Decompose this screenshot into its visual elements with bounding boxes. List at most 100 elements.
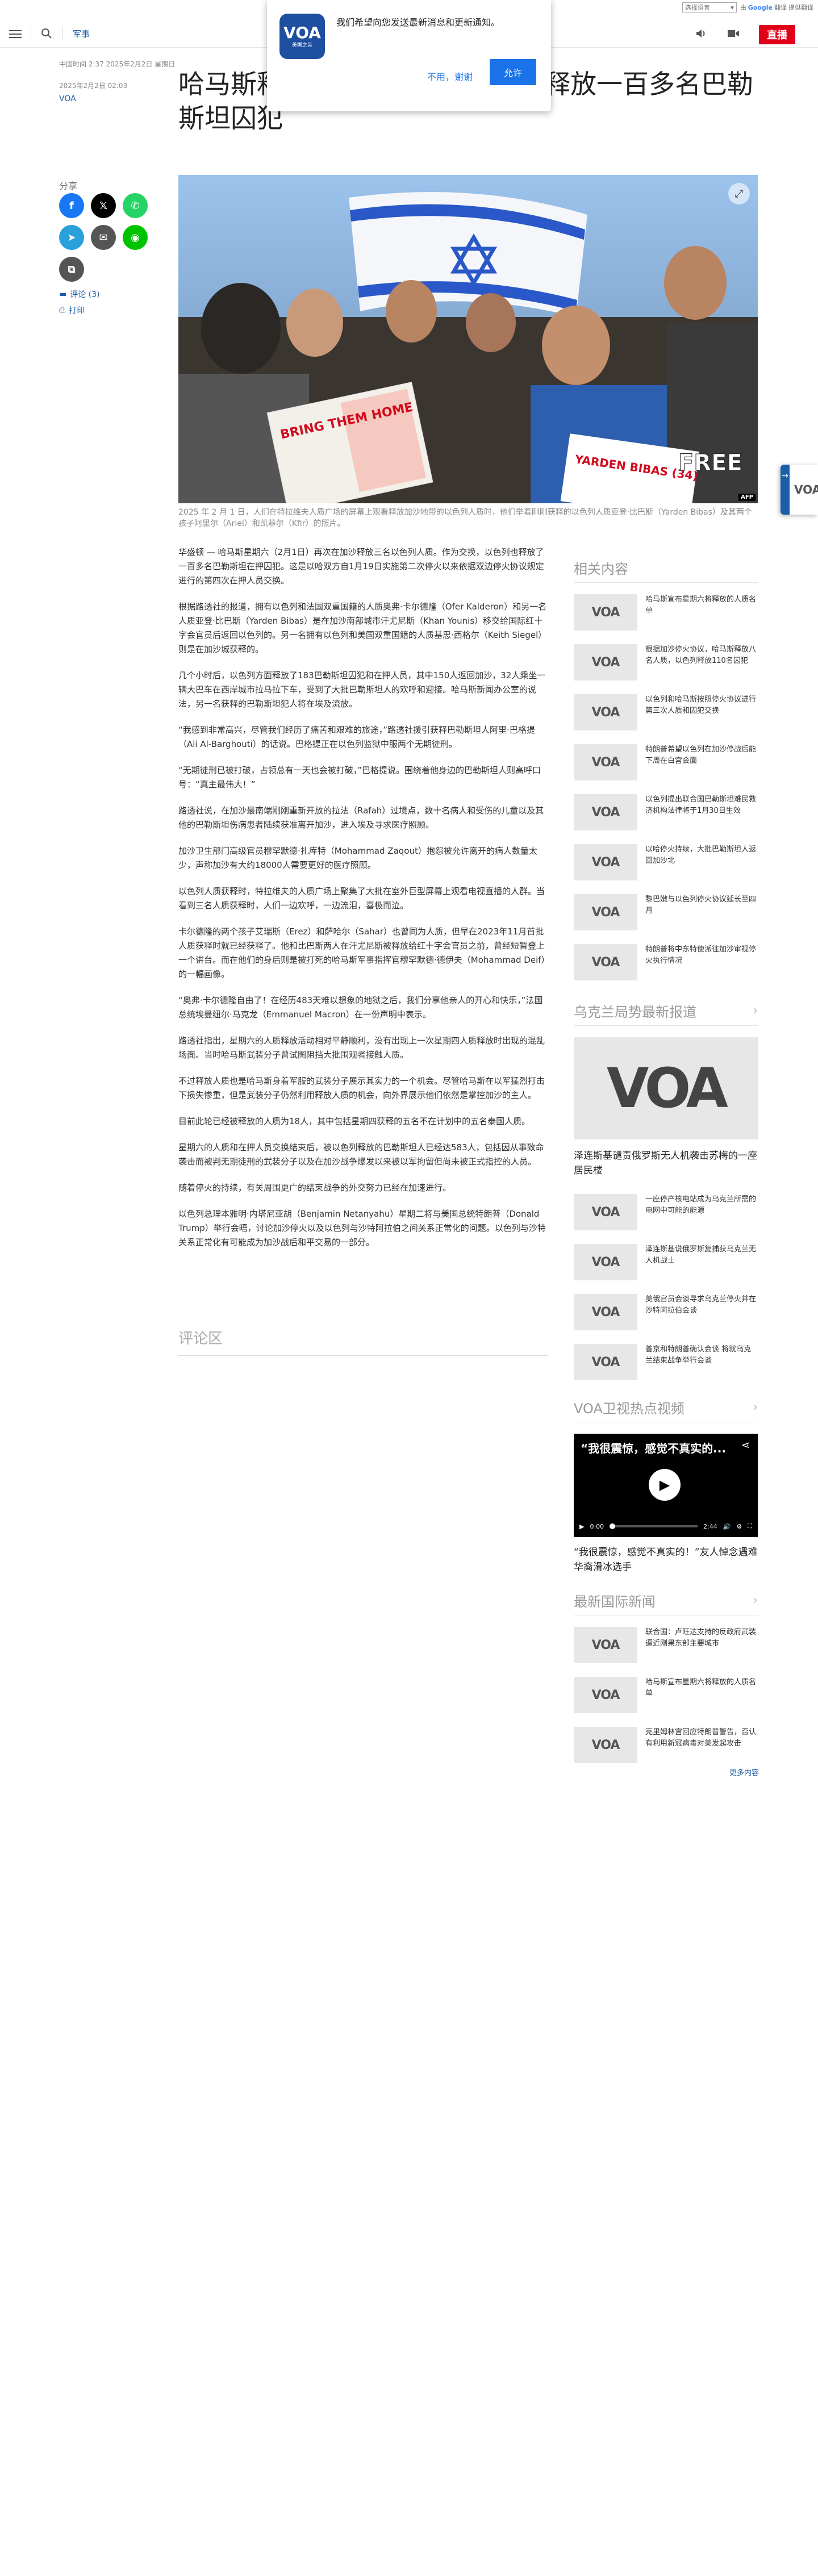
share-icon[interactable]: ⋖	[741, 1439, 750, 1451]
voa-thumbnail[interactable]: VOA	[574, 1627, 637, 1663]
list-item[interactable]: VOA 哈马斯宣布星期六将释放的人质名单	[574, 594, 758, 631]
email-share-icon[interactable]: ✉	[91, 225, 116, 250]
voa-thumbnail[interactable]: VOA	[574, 794, 637, 830]
more-content-link[interactable]: 更多内容	[729, 1767, 759, 1777]
settings-icon[interactable]: ⚙	[736, 1523, 742, 1530]
voa-thumbnail[interactable]: VOA	[574, 594, 637, 631]
list-item-title[interactable]: 克里姆林宫回应特朗普警告，否认有利用新冠病毒对美发起攻击	[645, 1727, 758, 1763]
video-heading[interactable]: VOA卫视热点视频 ›	[574, 1397, 758, 1422]
list-item-title[interactable]: 美俄官员会谈寻求乌克兰停火并在沙特阿拉伯会谈	[645, 1294, 758, 1330]
voa-logo-text: VOA	[283, 23, 321, 42]
print-link[interactable]: ⎙ 打印	[59, 304, 85, 316]
list-item-title[interactable]: 黎巴嫩与以色列停火协议延长至四月	[645, 894, 758, 930]
hamburger-menu-icon[interactable]	[9, 28, 22, 39]
voa-thumbnail[interactable]: VOA	[574, 1294, 637, 1330]
floating-voa-tab[interactable]: → VOA	[781, 465, 818, 515]
list-item[interactable]: VOA 联合国：卢旺达支持的反政府武装逼近刚果东部主要城市	[574, 1627, 758, 1663]
list-item-title[interactable]: 哈马斯宣布星期六将释放的人质名单	[645, 594, 758, 631]
facebook-share-icon[interactable]: f	[59, 193, 84, 218]
list-item[interactable]: VOA 美俄官员会谈寻求乌克兰停火并在沙特阿拉伯会谈	[574, 1294, 758, 1330]
print-icon: ⎙	[59, 306, 66, 315]
comment-icon: ▬	[59, 290, 67, 299]
international-heading[interactable]: 最新国际新闻 ›	[574, 1590, 758, 1615]
list-item[interactable]: VOA 一座停产核电站成为乌克兰所需的电网中可能的能源	[574, 1194, 758, 1230]
voa-thumbnail[interactable]: VOA	[574, 1244, 637, 1280]
expand-icon[interactable]: ⤢	[728, 183, 750, 204]
header-actions: 直播	[695, 25, 795, 44]
video-icon[interactable]	[727, 28, 740, 41]
video-player[interactable]: “我很震惊，感觉不真实的... ⋖ ▶ ▶ 0:00 2:44 🔊 ⚙ ⛶	[574, 1434, 758, 1537]
translate-word: 翻译	[774, 4, 787, 11]
progress-handle[interactable]	[610, 1523, 616, 1529]
voa-thumbnail[interactable]: VOA	[574, 1194, 637, 1230]
fullscreen-icon[interactable]: ⛶	[748, 1522, 752, 1530]
video-controls: ▶ 0:00 2:44 🔊 ⚙ ⛶	[574, 1515, 758, 1537]
video-caption[interactable]: “我很震惊，感觉不真实的！”友人悼念遇难华裔滑冰选手	[574, 1545, 758, 1575]
list-item-title[interactable]: 特朗普将中东特使派往加沙审视停火执行情况	[645, 944, 758, 980]
list-item-title[interactable]: 泽连斯基说俄罗斯复捕获乌克兰无人机战士	[645, 1244, 758, 1280]
ukraine-heading[interactable]: 乌克兰局势最新报道 ›	[574, 1001, 758, 1026]
article-body: 华盛顿 — 哈马斯星期六（2月1日）再次在加沙释放三名以色列人质。作为交换，以色…	[178, 545, 548, 1262]
allow-button[interactable]: 允许	[490, 59, 536, 85]
voa-thumbnail[interactable]: VOA	[574, 1677, 637, 1713]
x-share-icon[interactable]: 𝕏	[91, 193, 116, 218]
copy-link-icon[interactable]: ⧉	[59, 257, 84, 282]
play-small-icon[interactable]: ▶	[579, 1523, 584, 1530]
voa-thumbnail[interactable]: VOA	[574, 694, 637, 730]
video-progress-bar[interactable]	[610, 1523, 698, 1529]
print-label: 打印	[69, 306, 85, 315]
volume-icon[interactable]: 🔊	[723, 1523, 731, 1530]
voa-thumbnail[interactable]: VOA	[574, 944, 637, 980]
list-item[interactable]: VOA 黎巴嫩与以色列停火协议延长至四月	[574, 894, 758, 930]
google-translate-credit[interactable]: 由 Google 翻译 提供翻译	[740, 3, 813, 12]
share-row: ➤ ✉ ◉	[59, 225, 148, 250]
article-paragraph: 路透社说，在加沙最南端刚刚重新开放的拉法（Rafah）过境点，数十名病人和受伤的…	[178, 805, 544, 830]
arrow-right-icon[interactable]: →	[781, 465, 790, 515]
list-item-title[interactable]: 根据加沙停火协议，哈马斯释放八名人质，以色列释放110名囚犯	[645, 644, 758, 680]
voa-thumbnail[interactable]: VOA	[574, 744, 637, 780]
article-paragraph: 星期六的人质和在押人员交换结束后，被以色列释放的巴勒斯坦人已经达583人，包括因…	[178, 1142, 544, 1167]
list-item[interactable]: VOA 以哈停火持续，大批巴勒斯坦人返回加沙北	[574, 844, 758, 880]
live-button[interactable]: 直播	[759, 25, 795, 44]
voa-thumbnail[interactable]: VOA	[574, 844, 637, 880]
play-icon[interactable]: ▶	[649, 1469, 681, 1501]
search-icon[interactable]	[41, 28, 52, 39]
list-item[interactable]: VOA 特朗普将中东特使派往加沙审视停火执行情况	[574, 944, 758, 980]
list-item[interactable]: VOA 哈马斯宣布星期六将释放的人质名单	[574, 1677, 758, 1713]
audio-icon[interactable]	[695, 28, 708, 41]
list-item-title[interactable]: 一座停产核电站成为乌克兰所需的电网中可能的能源	[645, 1194, 758, 1230]
list-item[interactable]: VOA 特朗普希望以色列在加沙停战后能下周在白宫会面	[574, 744, 758, 780]
list-item[interactable]: VOA 根据加沙停火协议，哈马斯释放八名人质，以色列释放110名囚犯	[574, 644, 758, 680]
telegram-share-icon[interactable]: ➤	[59, 225, 84, 250]
list-item[interactable]: VOA 克里姆林宫回应特朗普警告，否认有利用新冠病毒对美发起攻击	[574, 1727, 758, 1763]
voa-thumbnail[interactable]: VOA	[574, 1344, 637, 1380]
video-title: “我很震惊，感觉不真实的...	[581, 1442, 726, 1455]
list-item-title[interactable]: 特朗普希望以色列在加沙停战后能下周在白宫会面	[645, 744, 758, 780]
article-paragraph: 随着停火的持续，有关周围更广的结束战争的外交努力已经在加速进行。	[178, 1183, 452, 1193]
whatsapp-share-icon[interactable]: ✆	[123, 193, 148, 218]
author-link[interactable]: VOA	[59, 94, 76, 103]
list-item-title[interactable]: 联合国：卢旺达支持的反政府武装逼近刚果东部主要城市	[645, 1627, 758, 1663]
section-link[interactable]: 军事	[73, 28, 90, 40]
language-select[interactable]: 选择语言 ▾	[682, 2, 737, 12]
ukraine-lead-thumbnail[interactable]: VOA	[574, 1037, 758, 1139]
video-current-time: 0:00	[590, 1522, 604, 1530]
list-item-title[interactable]: 以色列和哈马斯按照停火协议进行第三次人质和囚犯交换	[645, 694, 758, 730]
list-item[interactable]: VOA 以色列提出联合国巴勒斯坦难民救济机构法律将于1月30日生效	[574, 794, 758, 830]
comments-link[interactable]: ▬ 评论 (3)	[59, 289, 100, 300]
voa-thumbnail[interactable]: VOA	[574, 894, 637, 930]
list-item[interactable]: VOA 普京和特朗普确认会谈 将就乌克兰结束战争举行会谈	[574, 1344, 758, 1380]
share-label: 分享	[59, 181, 78, 191]
voa-thumbnail[interactable]: VOA	[574, 1727, 637, 1763]
current-time: 中国时间 2:37 2025年2月2日 星期日	[59, 60, 176, 68]
list-item-title[interactable]: 普京和特朗普确认会谈 将就乌克兰结束战争举行会谈	[645, 1344, 758, 1380]
list-item[interactable]: VOA 以色列和哈马斯按照停火协议进行第三次人质和囚犯交换	[574, 694, 758, 730]
decline-button[interactable]: 不用，谢谢	[420, 64, 479, 89]
line-share-icon[interactable]: ◉	[123, 225, 148, 250]
list-item-title[interactable]: 以哈停火持续，大批巴勒斯坦人返回加沙北	[645, 844, 758, 880]
ukraine-lead-title[interactable]: 泽连斯基谴责俄罗斯无人机袭击苏梅的一座居民楼	[574, 1149, 758, 1178]
list-item-title[interactable]: 以色列提出联合国巴勒斯坦难民救济机构法律将于1月30日生效	[645, 794, 758, 830]
list-item[interactable]: VOA 泽连斯基说俄罗斯复捕获乌克兰无人机战士	[574, 1244, 758, 1280]
voa-thumbnail[interactable]: VOA	[574, 644, 637, 680]
list-item-title[interactable]: 哈马斯宣布星期六将释放的人质名单	[645, 1677, 758, 1713]
